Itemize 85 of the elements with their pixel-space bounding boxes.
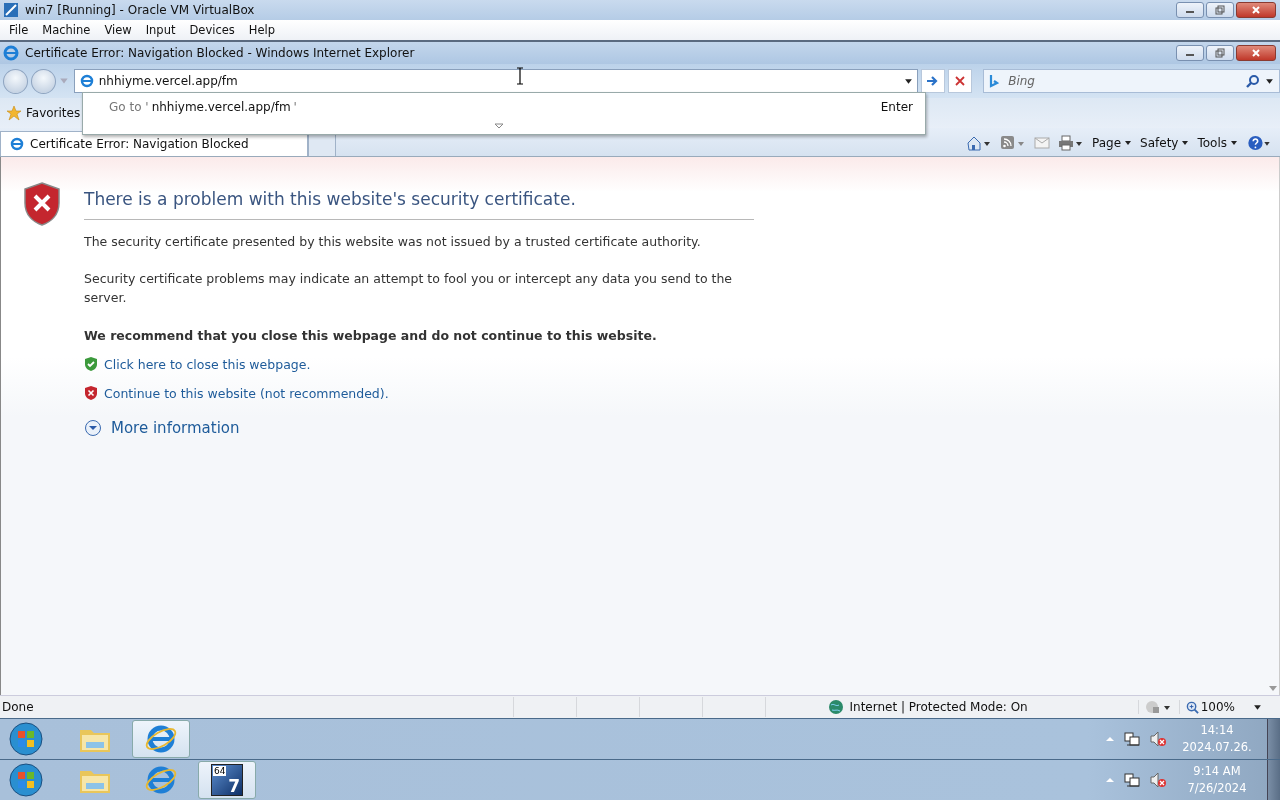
- restore-icon: [1215, 5, 1225, 15]
- feed-icon[interactable]: [1000, 135, 1026, 151]
- expand-icon[interactable]: [494, 123, 504, 129]
- go-button[interactable]: [921, 69, 946, 93]
- close-button[interactable]: [1236, 2, 1276, 18]
- close-button[interactable]: [1236, 45, 1276, 61]
- address-field[interactable]: nhhiyme.vercel.app/fm: [73, 69, 919, 93]
- taskbar-button[interactable]: 64 7: [198, 761, 256, 799]
- browser-logo-icon: [144, 764, 178, 796]
- network-icon[interactable]: [1123, 730, 1141, 748]
- window-title: Certificate Error: Navigation Blocked - Windows Internet Explorer: [25, 46, 415, 60]
- forward-button[interactable]: [30, 68, 56, 94]
- show-desktop-button[interactable]: [1267, 760, 1280, 800]
- star-icon: [6, 105, 22, 121]
- network-icon[interactable]: [1123, 771, 1141, 789]
- error-description: The security certificate presented by this website was not issued by a trusted certificate authority.: [84, 233, 702, 251]
- restore-button[interactable]: [1206, 2, 1234, 18]
- search-icon[interactable]: [1246, 74, 1260, 88]
- muted-speaker-icon[interactable]: [1149, 730, 1167, 748]
- clock-date: 7/26/2024: [1187, 780, 1247, 797]
- dropdown-icon[interactable]: [904, 76, 914, 86]
- caret-icon: [1124, 139, 1133, 147]
- suggestion-suffix: ': [293, 100, 297, 114]
- page-icon: [9, 136, 25, 152]
- clock-time: 9:14 AM: [1193, 763, 1241, 780]
- restore-icon: [1215, 48, 1225, 58]
- toolbar-menu[interactable]: Tools: [1197, 136, 1238, 150]
- globe-icon: [827, 699, 844, 715]
- suggestion-url: nhhiyme.vercel.app/fm: [151, 100, 291, 114]
- caret-icon: [1230, 139, 1238, 147]
- b-logo-icon: [989, 74, 1000, 88]
- browser-logo-icon: [144, 723, 178, 755]
- key-hint: Enter: [880, 100, 913, 114]
- error-description: Security certificate problems may indicate an attempt to fool you or intercept any data you send to the server.: [84, 270, 734, 307]
- shield-error-icon: [22, 181, 62, 227]
- shield-error-icon: [84, 385, 98, 401]
- logo-digit-text: 7: [228, 777, 240, 795]
- start-button[interactable]: [8, 721, 44, 757]
- dropdown-icon[interactable]: [1253, 702, 1262, 712]
- zoom-in-icon: [1185, 700, 1199, 714]
- restore-button[interactable]: [1206, 45, 1234, 61]
- show-desktop-button[interactable]: [1267, 719, 1280, 759]
- close-icon: [1251, 48, 1261, 58]
- menu-item[interactable]: View: [97, 23, 139, 37]
- muted-speaker-icon[interactable]: [1149, 771, 1167, 789]
- search-field[interactable]: Bing: [983, 69, 1280, 93]
- error-heading: There is a problem with this website's security certificate.: [84, 189, 754, 220]
- minimize-button[interactable]: [1176, 45, 1204, 61]
- dropdown-icon[interactable]: [1265, 77, 1274, 86]
- toolbar-menu[interactable]: Page: [1092, 136, 1133, 150]
- tab-title: Certificate Error: Navigation Blocked: [30, 137, 249, 151]
- status-text: Done: [2, 700, 34, 714]
- shield-check-icon: [84, 356, 98, 372]
- clock-time: 14:14: [1200, 722, 1234, 739]
- close-icon: [1251, 5, 1261, 15]
- more-information-link[interactable]: More information: [111, 419, 240, 437]
- menu-item[interactable]: Machine: [35, 23, 98, 37]
- start-button[interactable]: [8, 762, 44, 798]
- menu-item[interactable]: Help: [241, 23, 282, 37]
- minimize-button[interactable]: [1176, 2, 1204, 18]
- logo-badge-text: 64: [213, 766, 227, 776]
- link[interactable]: Click here to close this webpage.: [104, 356, 311, 372]
- toolbar-menu[interactable]: Safety: [1140, 136, 1190, 150]
- recommendation-text: We recommend that you close this webpage and do not continue to this website.: [84, 328, 658, 343]
- back-button[interactable]: [3, 68, 28, 94]
- home-icon[interactable]: [966, 135, 992, 151]
- security-zone-text: Internet | Protected Mode: On: [849, 700, 1139, 714]
- stop-button[interactable]: [948, 69, 973, 93]
- print-icon[interactable]: [1058, 135, 1084, 151]
- suggestion-prefix: Go to ': [109, 100, 149, 114]
- zoom-button[interactable]: 100%: [1178, 700, 1235, 714]
- page-icon: [78, 73, 95, 89]
- clock-date: 2024.07.26.: [1182, 739, 1252, 756]
- expand-icon[interactable]: [84, 419, 102, 437]
- menu-item[interactable]: Input: [138, 23, 183, 37]
- link[interactable]: Continue to this website (not recommended).: [104, 385, 389, 401]
- menu-item[interactable]: Devices: [182, 23, 242, 37]
- x-icon: [954, 75, 967, 87]
- taskbar-button[interactable]: [132, 720, 190, 758]
- menu-item[interactable]: File: [2, 23, 36, 37]
- help-icon[interactable]: [1246, 135, 1272, 151]
- browser-logo-icon: [3, 45, 19, 61]
- text-cursor-icon: [516, 67, 524, 85]
- caret-icon: [1181, 139, 1190, 147]
- window-title: win7 [Running] - Oracle VM VirtualBox: [25, 3, 255, 17]
